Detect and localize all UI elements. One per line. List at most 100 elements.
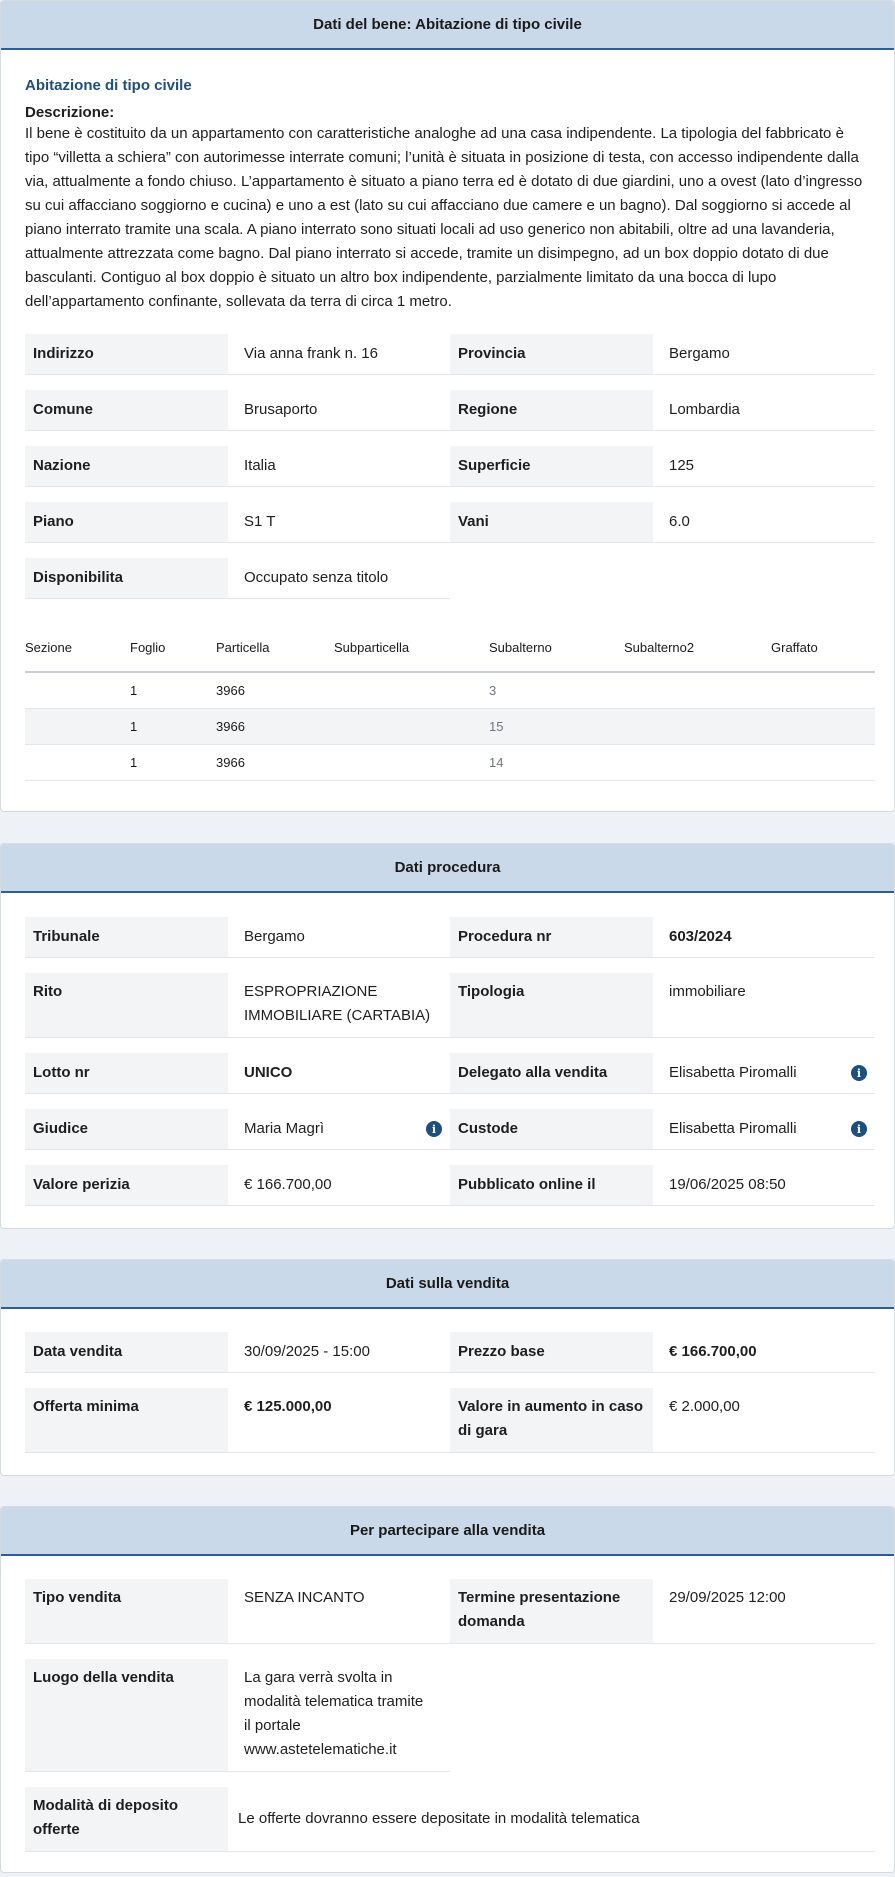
field-value-superficie: 125 xyxy=(669,457,695,474)
table-row: 1 3966 15 xyxy=(25,708,875,745)
field-value-pubblicato: 19/06/2025 08:50 xyxy=(669,1176,786,1193)
field-value-indirizzo: Via anna frank n. 16 xyxy=(244,345,378,362)
field-label-disponibilita: Disponibilita xyxy=(25,558,228,598)
field-label-indirizzo: Indirizzo xyxy=(25,334,228,374)
info-icon[interactable]: i xyxy=(851,1065,867,1081)
field-value-data-vendita: 30/09/2025 - 15:00 xyxy=(244,1343,370,1360)
catasto-cell xyxy=(334,744,489,781)
field-value-nazione: Italia xyxy=(244,457,276,474)
card-header-dati-vendita: Dati sulla vendita xyxy=(1,1260,894,1309)
table-row: 1 3966 3 xyxy=(25,672,875,709)
field-label-rito: Rito xyxy=(25,973,228,1037)
field-value-regione: Lombardia xyxy=(669,401,740,418)
catasto-cell: 15 xyxy=(489,708,624,745)
catasto-header-foglio: Foglio xyxy=(130,640,166,655)
catasto-cell xyxy=(25,672,130,709)
catasto-header-subalterno: Subalterno xyxy=(489,640,552,655)
catasto-cell: 3966 xyxy=(216,708,334,745)
field-value-offerta-minima: € 125.000,00 xyxy=(244,1398,332,1415)
field-value-provincia: Bergamo xyxy=(669,345,730,362)
field-value-lotto-nr: UNICO xyxy=(244,1064,293,1081)
field-label-superficie: Superficie xyxy=(450,446,653,486)
card-header-partecipare: Per partecipare alla vendita xyxy=(1,1507,894,1556)
card-header-dati-procedura: Dati procedura xyxy=(1,844,894,893)
field-value-comune: Brusaporto xyxy=(244,401,318,418)
info-icon[interactable]: i xyxy=(851,1121,867,1137)
field-value-delegato: Elisabetta Piromalli xyxy=(669,1064,797,1081)
field-label-regione: Regione xyxy=(450,390,653,430)
field-value-deposito: Le offerte dovranno essere depositate in… xyxy=(238,1810,640,1827)
field-value-procedura-nr: 603/2024 xyxy=(669,928,732,945)
field-label-vani: Vani xyxy=(450,502,653,542)
catasto-cell xyxy=(771,672,875,709)
catasto-cell xyxy=(334,672,489,709)
field-label-giudice: Giudice xyxy=(25,1109,228,1149)
field-label-valore-perizia: Valore perizia xyxy=(25,1165,228,1205)
card-dati-procedura: Dati procedura Tribunale Bergamo Procedu… xyxy=(0,843,895,1229)
catasto-cell: 3966 xyxy=(216,672,334,709)
catasto-cell: 14 xyxy=(489,744,624,781)
field-label-tipo-vendita: Tipo vendita xyxy=(25,1579,228,1643)
catasto-cell: 3966 xyxy=(216,744,334,781)
field-value-disponibilita: Occupato senza titolo xyxy=(244,569,389,586)
field-value-tipo-vendita: SENZA INCANTO xyxy=(244,1589,365,1606)
catasto-header-row: Sezione Foglio Particella Subparticella … xyxy=(25,624,875,672)
field-label-nazione: Nazione xyxy=(25,446,228,486)
field-value-piano: S1 T xyxy=(244,513,276,530)
field-label-comune: Comune xyxy=(25,390,228,430)
field-label-lotto-nr: Lotto nr xyxy=(25,1053,228,1093)
catasto-table: Sezione Foglio Particella Subparticella … xyxy=(25,624,875,781)
field-label-deposito: Modalità di deposito offerte xyxy=(25,1787,228,1851)
field-value-vani: 6.0 xyxy=(669,513,690,530)
field-label-custode: Custode xyxy=(450,1109,653,1149)
field-value-termine: 29/09/2025 12:00 xyxy=(669,1589,786,1606)
field-value-luogo: La gara verrà svolta in modalità telemat… xyxy=(244,1669,424,1758)
field-value-tipologia: immobiliare xyxy=(669,983,746,1000)
field-value-rito: ESPROPRIAZIONE IMMOBILIARE (CARTABIA) xyxy=(244,983,431,1024)
field-value-valore-perizia: € 166.700,00 xyxy=(244,1176,332,1193)
catasto-header-sezione: Sezione xyxy=(25,640,72,655)
field-label-delegato: Delegato alla vendita xyxy=(450,1053,653,1093)
catasto-cell xyxy=(624,708,771,745)
field-label-tipologia: Tipologia xyxy=(450,973,653,1037)
card-dati-vendita: Dati sulla vendita Data vendita 30/09/20… xyxy=(0,1259,895,1476)
field-label-offerta-minima: Offerta minima xyxy=(25,1388,228,1452)
info-icon[interactable]: i xyxy=(426,1121,442,1137)
field-label-aumento: Valore in aumento in caso di gara xyxy=(450,1388,653,1452)
description-label: Descrizione: xyxy=(25,104,115,121)
field-label-provincia: Provincia xyxy=(450,334,653,374)
catasto-header-subparticella: Subparticella xyxy=(334,640,410,655)
catasto-cell xyxy=(624,672,771,709)
field-label-data-vendita: Data vendita xyxy=(25,1332,228,1372)
catasto-cell: 1 xyxy=(130,672,216,709)
field-label-piano: Piano xyxy=(25,502,228,542)
bene-subtitle: Abitazione di tipo civile xyxy=(25,77,192,94)
field-label-pubblicato: Pubblicato online il xyxy=(450,1165,653,1205)
description-text: Il bene è costituito da un appartamento … xyxy=(25,125,863,310)
catasto-header-particella: Particella xyxy=(216,640,270,655)
catasto-cell: 1 xyxy=(130,708,216,745)
catasto-cell xyxy=(771,744,875,781)
field-value-prezzo-base: € 166.700,00 xyxy=(669,1343,757,1360)
table-row: 1 3966 14 xyxy=(25,744,875,781)
field-label-procedura-nr: Procedura nr xyxy=(450,917,653,957)
catasto-cell xyxy=(25,708,130,745)
field-label-prezzo-base: Prezzo base xyxy=(450,1332,653,1372)
card-header-dati-bene: Dati del bene: Abitazione di tipo civile xyxy=(1,1,894,50)
catasto-cell: 3 xyxy=(489,672,624,709)
catasto-cell xyxy=(771,708,875,745)
field-value-tribunale: Bergamo xyxy=(244,928,305,945)
catasto-cell xyxy=(25,744,130,781)
catasto-cell xyxy=(334,708,489,745)
field-value-giudice: Maria Magrì xyxy=(244,1120,325,1137)
field-label-termine: Termine presentazione domanda xyxy=(450,1579,653,1643)
card-partecipare: Per partecipare alla vendita Tipo vendit… xyxy=(0,1506,895,1873)
field-value-aumento: € 2.000,00 xyxy=(669,1398,740,1415)
catasto-cell xyxy=(624,744,771,781)
catasto-header-graffato: Graffato xyxy=(771,640,818,655)
catasto-cell: 1 xyxy=(130,744,216,781)
field-label-luogo: Luogo della vendita xyxy=(25,1659,228,1771)
field-label-tribunale: Tribunale xyxy=(25,917,228,957)
card-dati-bene: Dati del bene: Abitazione di tipo civile… xyxy=(0,0,895,812)
field-value-custode: Elisabetta Piromalli xyxy=(669,1120,797,1137)
